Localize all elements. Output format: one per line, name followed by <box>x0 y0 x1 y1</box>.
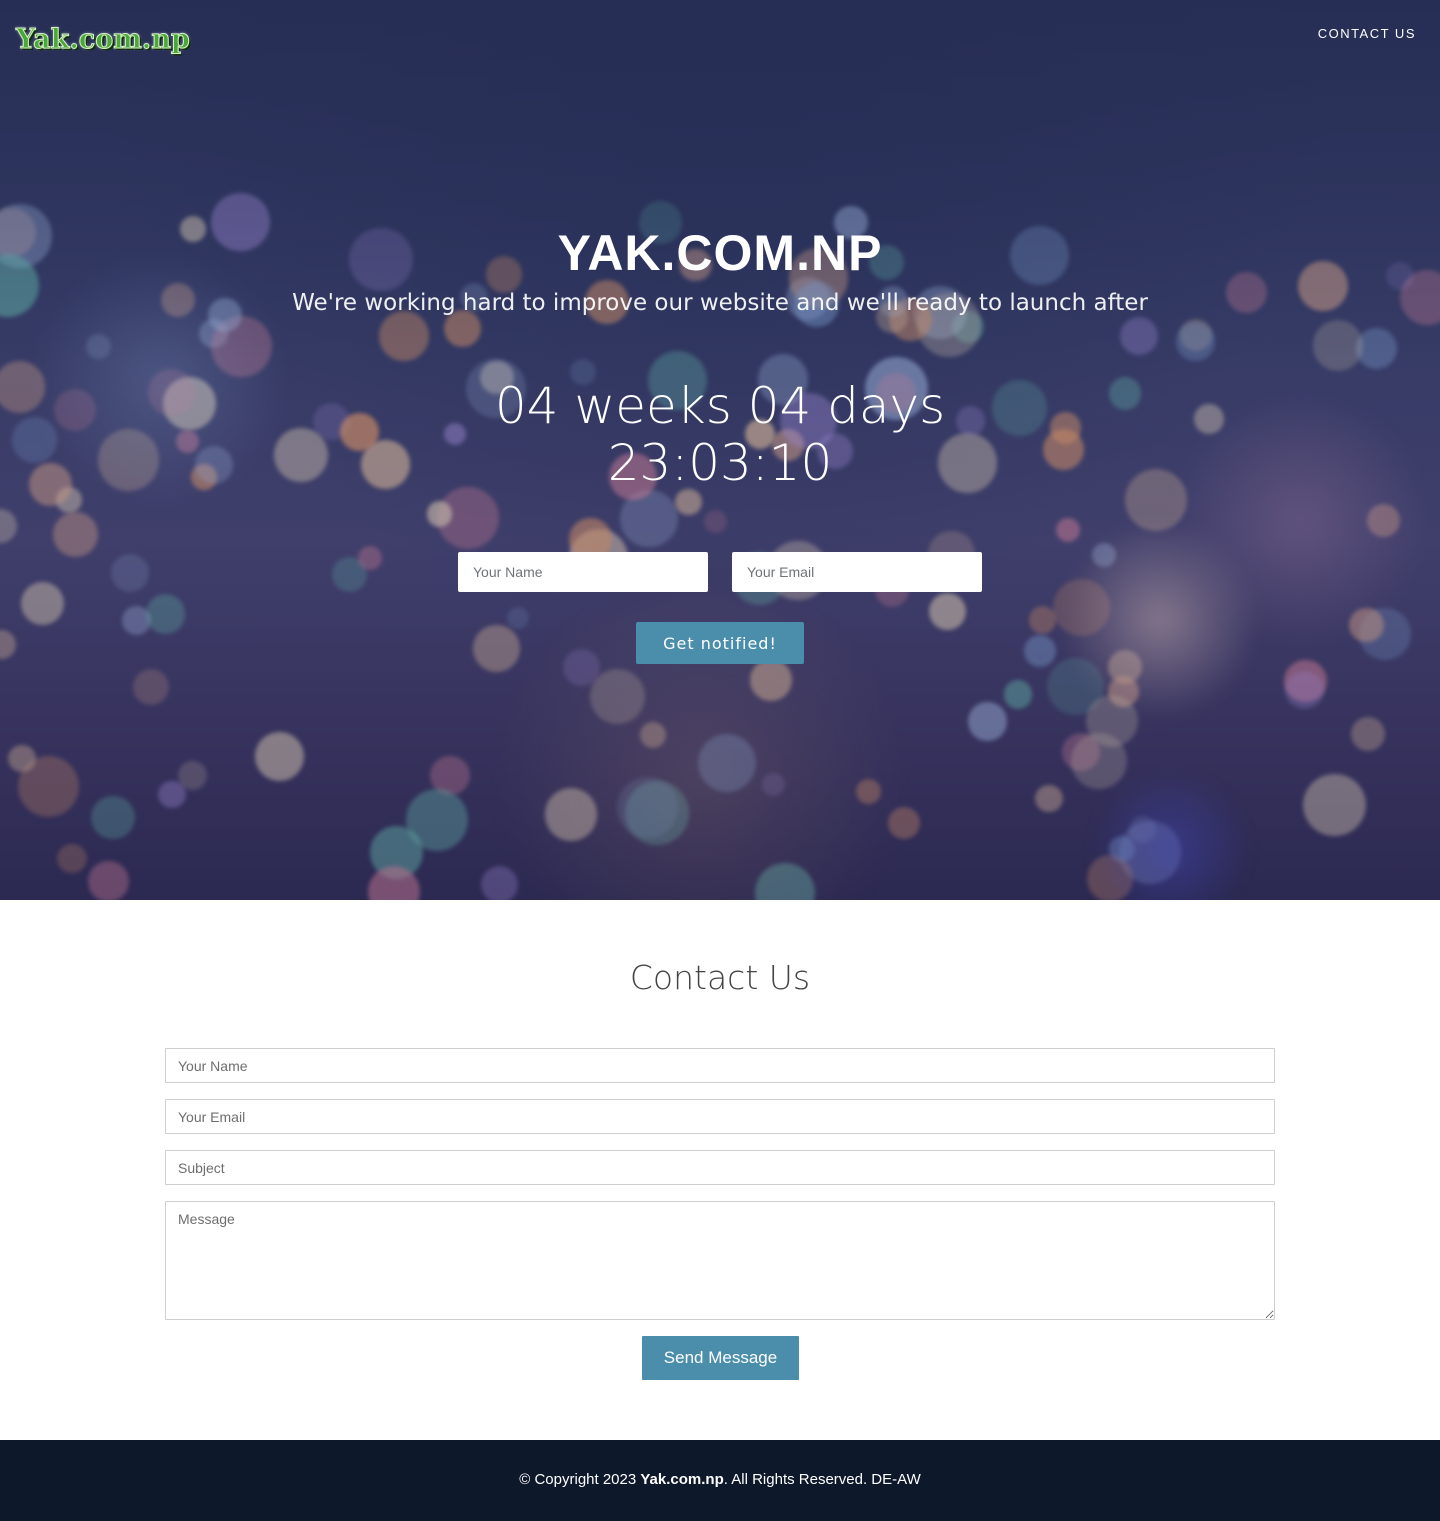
countdown-weeks-days: 04 weeks 04 days <box>494 377 946 435</box>
send-message-button[interactable]: Send Message <box>642 1336 799 1380</box>
contact-title: Contact Us <box>629 958 811 997</box>
contact-message-textarea[interactable] <box>165 1201 1275 1320</box>
footer-brand: Yak.com.np <box>640 1471 724 1488</box>
contact-name-input[interactable] <box>165 1048 1275 1083</box>
nav-contact-us-link[interactable]: CONTACT US <box>1318 26 1416 41</box>
contact-email-input[interactable] <box>165 1099 1275 1134</box>
footer-copyright-suffix: . All Rights Reserved. DE-AW <box>723 1471 921 1488</box>
site-logo[interactable]: Yak.com.np <box>16 24 191 56</box>
hero-tagline: We're working hard to improve our websit… <box>292 290 1148 316</box>
contact-subject-input[interactable] <box>165 1150 1275 1185</box>
countdown-timer: 04 weeks 04 days 23:03:10 <box>0 378 1440 492</box>
notify-email-input[interactable] <box>732 552 982 592</box>
hero-title: YAK.COM.NP <box>557 225 883 281</box>
countdown-time: 23:03:10 <box>607 434 833 492</box>
notify-name-input[interactable] <box>458 552 708 592</box>
footer-copyright: © Copyright 2023 Yak.com.np. All Rights … <box>0 1471 1440 1488</box>
get-notified-button[interactable]: Get notified! <box>636 622 804 664</box>
footer-copyright-prefix: © Copyright 2023 <box>519 1471 641 1488</box>
